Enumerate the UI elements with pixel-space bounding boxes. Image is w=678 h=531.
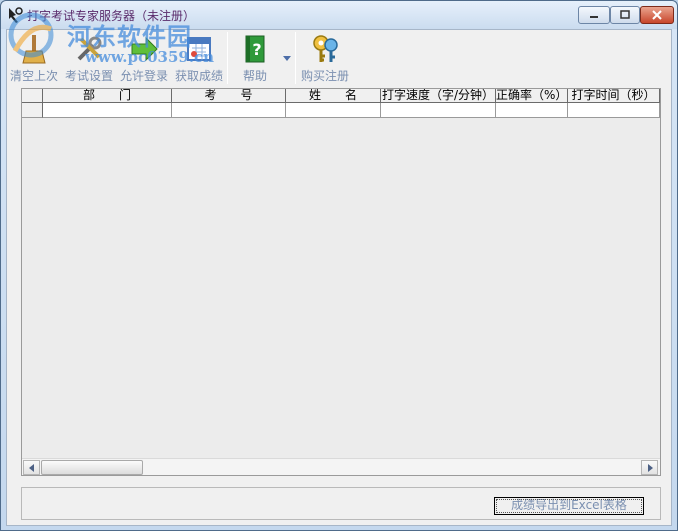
- close-button[interactable]: [640, 6, 674, 24]
- grid-cell[interactable]: [496, 103, 568, 118]
- maximize-button[interactable]: [610, 6, 640, 24]
- column-header-exam-number[interactable]: 考 号: [172, 89, 286, 103]
- grid-cell[interactable]: [172, 103, 286, 118]
- grid-header: 部 门 考 号 姓 名 打字速度（字/分钟） 正确率（%） 打字时间（秒）: [22, 89, 660, 103]
- watermark-text: 河东软件园: [67, 23, 192, 51]
- export-excel-button[interactable]: 成绩导出到Excel表格: [494, 497, 644, 515]
- allow-login-label: 允许登录: [119, 69, 168, 83]
- chevron-left-icon: [28, 463, 34, 472]
- maximize-icon: [620, 10, 630, 19]
- help-button[interactable]: ? 帮助: [231, 30, 279, 86]
- column-header-speed[interactable]: 打字速度（字/分钟）: [381, 89, 496, 103]
- column-header-accuracy[interactable]: 正确率（%）: [496, 89, 568, 103]
- help-label: 帮助: [242, 69, 267, 83]
- grid-cell[interactable]: [568, 103, 660, 118]
- column-header-time[interactable]: 打字时间（秒）: [568, 89, 660, 103]
- buy-register-button[interactable]: 购买注册: [298, 30, 352, 86]
- column-header-name[interactable]: 姓 名: [286, 89, 381, 103]
- exam-settings-label: 考试设置: [64, 69, 113, 83]
- scroll-right-button[interactable]: [641, 460, 658, 475]
- grid-cell[interactable]: [381, 103, 496, 118]
- watermark-url: www.pc0359.cn: [85, 48, 215, 66]
- close-icon: [652, 10, 662, 20]
- minimize-button[interactable]: [578, 6, 610, 24]
- column-header-department[interactable]: 部 门: [43, 89, 172, 103]
- client-area: 清空上次 考试设置 允许登录 获取成绩 ? 帮助 购买注册 部 门 考 号 姓 …: [6, 29, 672, 526]
- chevron-down-icon[interactable]: [281, 52, 293, 64]
- scroll-left-button[interactable]: [23, 460, 40, 475]
- help-book-icon: ?: [245, 35, 265, 63]
- grid-cell[interactable]: [286, 103, 381, 118]
- keys-icon: [313, 35, 338, 62]
- app-window: 打字考试专家服务器（未注册） 清空上次 考试设置 允许登录 获取成绩 ? 帮助 …: [0, 0, 678, 531]
- svg-text:?: ?: [252, 40, 261, 59]
- grid-cell[interactable]: [43, 103, 172, 118]
- get-scores-label: 获取成绩: [174, 69, 223, 83]
- minimize-icon: [590, 16, 598, 18]
- toolbar-separator: [227, 32, 228, 84]
- grid-corner: [22, 89, 43, 103]
- score-grid[interactable]: 部 门 考 号 姓 名 打字速度（字/分钟） 正确率（%） 打字时间（秒）: [21, 88, 661, 476]
- buy-register-label: 购买注册: [300, 69, 349, 83]
- row-header[interactable]: [22, 103, 43, 118]
- scrollbar-thumb[interactable]: [41, 460, 143, 475]
- status-panel: 成绩导出到Excel表格: [21, 487, 661, 520]
- toolbar-separator: [295, 32, 296, 84]
- table-row[interactable]: [22, 103, 660, 118]
- watermark-logo: [8, 12, 54, 58]
- chevron-right-icon: [647, 463, 653, 472]
- horizontal-scrollbar[interactable]: [22, 458, 660, 475]
